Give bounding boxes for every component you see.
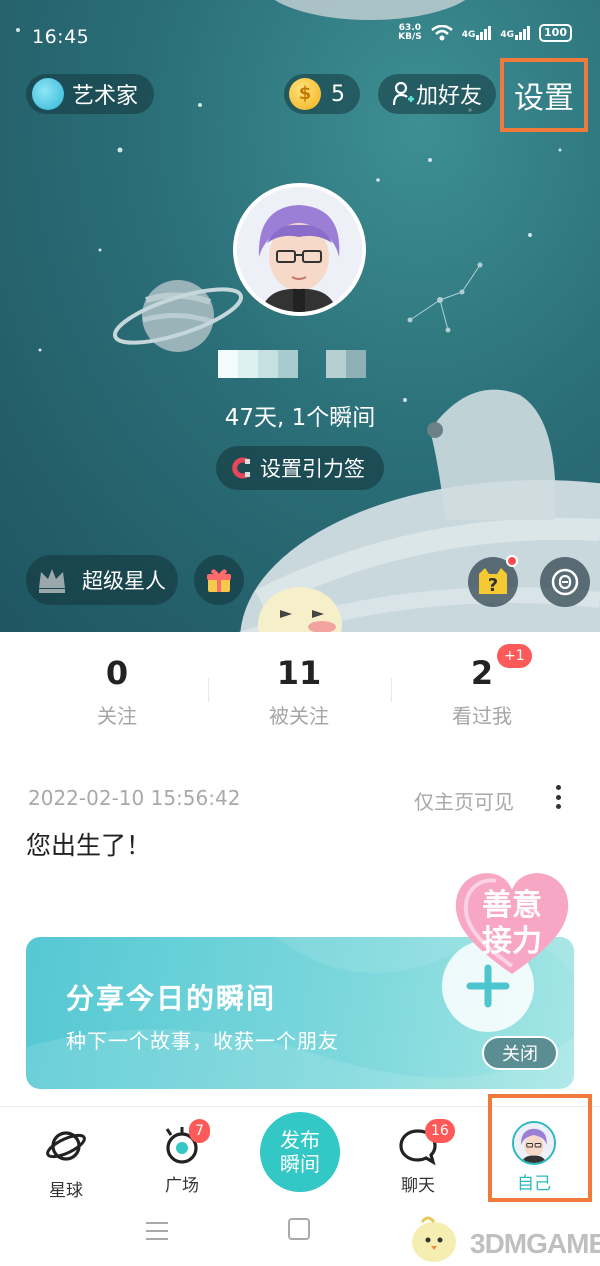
superstar-button[interactable]: 超级星人 (26, 555, 178, 605)
gravity-label: 设置引力签 (260, 457, 365, 481)
username-mosaic (218, 350, 366, 378)
kindness-text: 善意 接力 (482, 888, 542, 959)
tab-planet-label: 星球 (49, 1181, 83, 1201)
gift-button[interactable] (194, 555, 244, 605)
following-count: 0 (105, 654, 129, 692)
add-friend-icon (392, 81, 414, 106)
share-title: 分享今日的瞬间 (66, 982, 277, 1015)
menu-icon[interactable] (146, 1222, 168, 1240)
crown-icon (39, 569, 65, 593)
voice-button[interactable] (540, 557, 590, 607)
following-stat[interactable]: 0 关注 (27, 654, 207, 729)
followers-stat[interactable]: 11 被关注 (209, 654, 389, 729)
tab-planet[interactable]: 星球 (26, 1107, 106, 1201)
me-tab-highlight-box (488, 1094, 592, 1202)
add-friend-label: 加好友 (416, 84, 483, 109)
followers-label: 被关注 (269, 704, 329, 728)
coin-count: 5 (331, 81, 345, 107)
followers-count: 11 (276, 654, 322, 692)
superstar-label: 超级星人 (82, 569, 166, 593)
signal-icon-1: 4G (462, 26, 492, 40)
home-icon[interactable] (288, 1218, 310, 1240)
artist-tag-button[interactable]: 艺术家 (26, 74, 154, 114)
voice-icon (551, 568, 579, 596)
tab-chat[interactable]: 16 聊天 (378, 1107, 458, 1196)
viewed-new-badge: +1 (497, 644, 532, 668)
avatar-illustration (237, 187, 362, 312)
profile-stats: 0 关注 11 被关注 2 看过我 +1 (0, 640, 600, 740)
profile-header: 16:45 63.0 KB/S 4G 4G 100 艺术家 $ 5 加好友 设置… (0, 0, 600, 632)
signal-icon-2: 4G (500, 26, 531, 40)
tab-square-label: 广场 (165, 1176, 199, 1196)
watermark-bird-logo (412, 1216, 456, 1262)
mystery-box-icon: ? (479, 568, 507, 596)
days-moments-count: 47天, 1个瞬间 (224, 405, 376, 431)
network-speed: 63.0 KB/S (398, 23, 422, 42)
watermark: 3DMGAME (470, 1228, 600, 1259)
share-subtitle: 种下一个故事，收获一个朋友 (66, 1029, 339, 1053)
status-icons: 63.0 KB/S 4G 4G 100 (398, 24, 572, 42)
tab-square[interactable]: 7 广场 (142, 1107, 222, 1196)
moment-text: 您出生了！ (26, 831, 152, 860)
viewed-me-stat[interactable]: 2 看过我 (392, 654, 572, 729)
planet-icon (46, 1131, 86, 1161)
gift-icon (207, 569, 231, 592)
coin-balance-button[interactable]: $ 5 (284, 74, 360, 114)
following-label: 关注 (97, 704, 137, 728)
artist-label: 艺术家 (72, 84, 139, 109)
post-moment-button[interactable]: 发布 瞬间 (260, 1112, 340, 1192)
tab-chat-label: 聊天 (401, 1176, 435, 1196)
more-icon[interactable] (548, 782, 568, 812)
moment-timestamp: 2022-02-10 15:56:42 (28, 786, 241, 810)
wifi-icon (430, 25, 453, 41)
moment-visibility: 仅主页可见 (414, 790, 514, 814)
add-friend-button[interactable]: 加好友 (378, 74, 496, 114)
settings-button[interactable]: 设置 (500, 58, 588, 132)
svg-text:?: ? (488, 575, 498, 596)
square-badge: 7 (189, 1119, 210, 1143)
battery-icon: 100 (539, 24, 572, 42)
profile-avatar[interactable] (233, 183, 366, 316)
viewed-count: 2 (470, 654, 494, 692)
viewed-label: 看过我 (452, 704, 512, 728)
status-time: 16:45 (32, 26, 90, 48)
close-banner-button[interactable]: 关闭 (482, 1036, 558, 1070)
magnet-icon (232, 457, 250, 479)
notification-dot (506, 555, 518, 567)
artist-planet-icon (32, 78, 64, 110)
set-gravity-tag-button[interactable]: 设置引力签 (216, 446, 384, 490)
coin-icon: $ (289, 78, 321, 110)
chat-badge: 16 (425, 1119, 455, 1143)
kindness-relay-badge[interactable]: 善意 接力 (452, 868, 572, 978)
mystery-box-button[interactable]: ? (468, 555, 518, 607)
